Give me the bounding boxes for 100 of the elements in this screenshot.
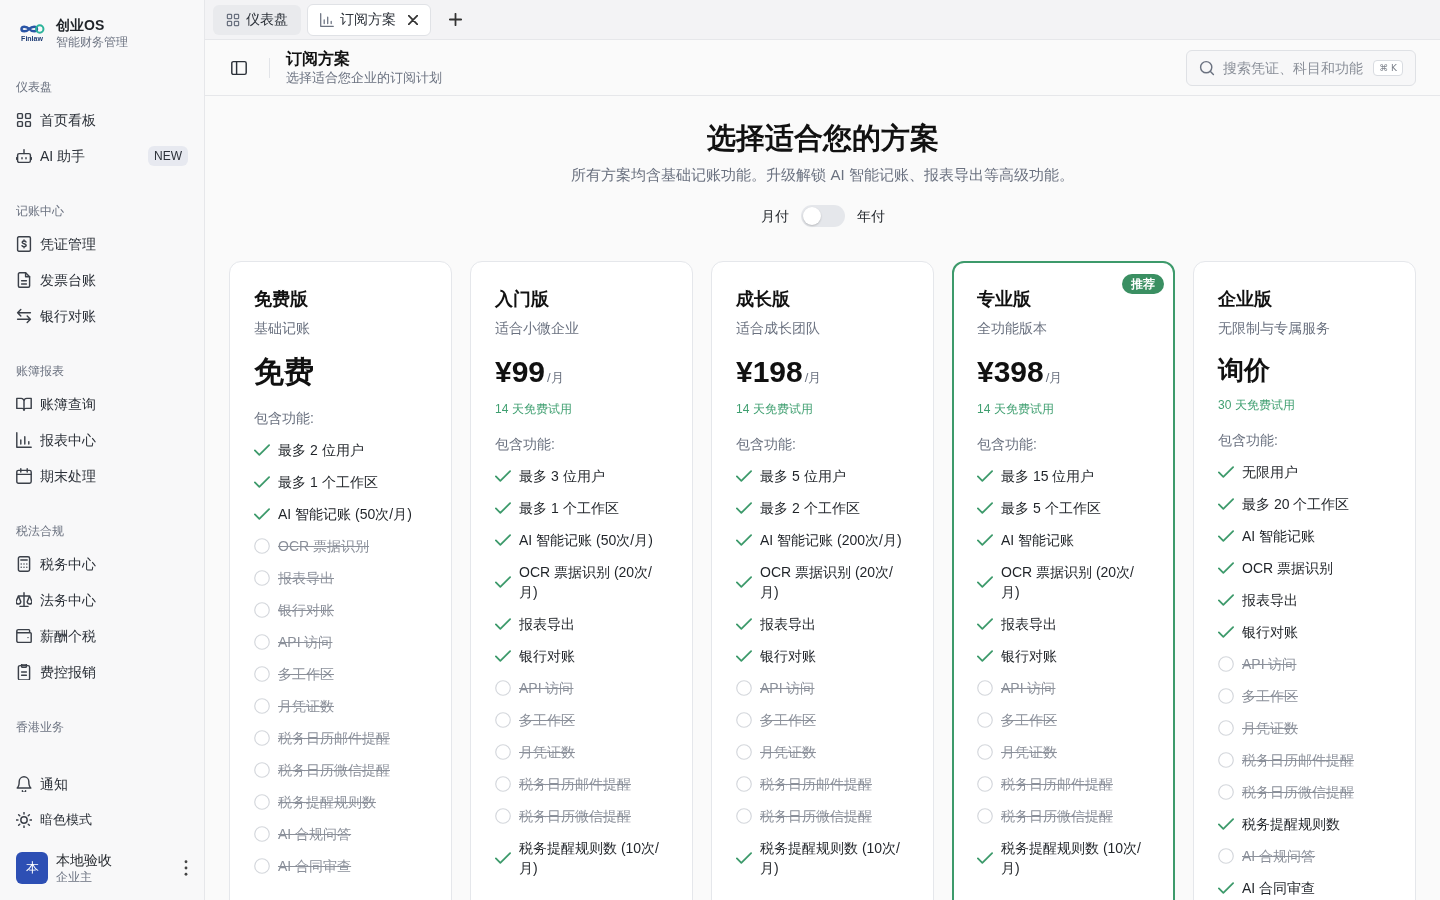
- feature-text: 税务提醒规则数: [1242, 815, 1340, 834]
- nav-item[interactable]: AI 助手 NEW: [8, 138, 196, 174]
- feature-text: AI 合同审查: [1242, 879, 1316, 898]
- feature-text: 最多 2 个工作区: [760, 499, 860, 518]
- feature-text: 税务提醒规则数 (10次/月): [519, 839, 660, 878]
- billing-switch[interactable]: [800, 205, 845, 227]
- feature-text: 税务提醒规则数 (10次/月): [1001, 839, 1142, 878]
- wallet-icon: [16, 628, 32, 644]
- feature-text: 多工作区: [1242, 687, 1298, 706]
- clipboard-icon: [16, 664, 32, 680]
- user-name: 本地验收: [56, 851, 112, 869]
- feature-text: 最多 1 个工作区: [278, 473, 378, 492]
- feature-text: 税务日历邮件提醒: [278, 729, 390, 748]
- feature-text: OCR 票据识别 (20次/月): [1001, 563, 1135, 602]
- feature-text: 银行对账: [1242, 623, 1298, 642]
- nav-item[interactable]: 期末处理: [8, 458, 196, 494]
- price-period: /月: [1045, 369, 1063, 387]
- plan-price: 免费: [254, 354, 314, 390]
- feature-text: AI 智能记账: [1242, 527, 1316, 546]
- feature-text: 税务日历邮件提醒: [1001, 775, 1113, 794]
- more-vertical-icon[interactable]: [184, 860, 188, 876]
- plus-icon: [448, 13, 462, 26]
- feature-text: 报表导出: [760, 615, 816, 634]
- plan-name: 企业版: [1218, 288, 1273, 311]
- open-book-icon: [16, 396, 32, 412]
- feature-text: 税务提醒规则数: [278, 793, 376, 812]
- feature-text: 税务日历微信提醒: [760, 807, 872, 826]
- plan-description: 适合小微企业: [495, 319, 580, 338]
- plan-price: 询价: [1218, 354, 1270, 387]
- section-heading: 记账中心: [15, 203, 65, 220]
- feature-text: 银行对账: [760, 647, 816, 666]
- feature-text: AI 智能记账 (50次/月): [278, 505, 412, 524]
- tab[interactable]: 仪表盘: [213, 4, 301, 35]
- feature-text: 最多 5 个工作区: [1001, 499, 1101, 518]
- bar-chart-icon: [16, 432, 32, 448]
- file-icon: [16, 272, 32, 288]
- feature-text: 银行对账: [519, 647, 575, 666]
- features-heading: 包含功能:: [1218, 431, 1279, 450]
- feature-text: 报表导出: [278, 569, 334, 588]
- sun-icon: [16, 812, 32, 828]
- feature-text: 月凭证数: [1242, 719, 1298, 738]
- page-subtitle: 选择适合您企业的订阅计划: [286, 69, 442, 86]
- close-icon[interactable]: [408, 14, 418, 25]
- plan-name: 入门版: [495, 288, 550, 311]
- feature-text: AI 智能记账 (200次/月): [760, 531, 902, 550]
- nav-item[interactable]: 费控报销: [8, 654, 196, 690]
- plan-name: 成长版: [736, 288, 791, 311]
- plan-name: 专业版: [977, 288, 1032, 311]
- feature-text: 税务日历微信提醒: [278, 761, 390, 780]
- price-period: /月: [804, 369, 822, 387]
- feature-text: 月凭证数: [519, 743, 575, 762]
- trial-note: 30 天免费试用: [1218, 397, 1296, 414]
- feature-text: 最多 20 个工作区: [1242, 495, 1350, 514]
- swap-arrows-icon: [16, 308, 32, 324]
- feature-text: 最多 2 位用户: [278, 441, 364, 460]
- feature-text: 报表导出: [1001, 615, 1057, 634]
- nav-item[interactable]: 账簿查询: [8, 386, 196, 422]
- tab[interactable]: 订阅方案: [307, 3, 431, 36]
- feature-text: 最多 5 位用户: [760, 467, 846, 486]
- feature-text: 多工作区: [519, 711, 575, 730]
- nav-item[interactable]: 凭证管理: [8, 226, 196, 262]
- feature-text: AI 智能记账 (50次/月): [519, 531, 653, 550]
- feature-text: 最多 1 个工作区: [519, 499, 619, 518]
- nav-item[interactable]: 首页看板: [8, 102, 196, 138]
- feature-text: 银行对账: [278, 601, 334, 620]
- section-heading: 税法合规: [15, 523, 65, 540]
- feature-text: 最多 3 位用户: [519, 467, 605, 486]
- billing-label: 月付: [760, 207, 789, 226]
- app-name: 创业OS: [56, 15, 106, 34]
- grid-icon: [226, 12, 240, 27]
- grid-icon: [16, 112, 32, 128]
- calculator-icon: [16, 556, 32, 572]
- feature-text: 银行对账: [1001, 647, 1057, 666]
- sidebar-action[interactable]: 通知: [8, 766, 196, 802]
- plan-price: ¥398: [977, 354, 1044, 390]
- section-heading: 香港业务: [15, 719, 65, 736]
- bar-chart-icon: [320, 12, 334, 27]
- infinity-logo-icon: [19, 23, 45, 34]
- nav-item[interactable]: 银行对账: [8, 298, 196, 334]
- new-badge: NEW: [148, 146, 188, 166]
- plan-description: 适合成长团队: [736, 319, 821, 338]
- sidebar-action[interactable]: 暗色模式: [8, 802, 196, 838]
- page-heading: 选择适合您的方案: [705, 121, 940, 156]
- feature-text: 最多 15 位用户: [1001, 467, 1095, 486]
- user-avatar: 本: [16, 852, 48, 884]
- section-heading: 账簿报表: [15, 363, 65, 380]
- feature-text: AI 合规问答: [1242, 847, 1316, 866]
- feature-text: API 访问: [760, 679, 815, 698]
- nav-item[interactable]: 法务中心: [8, 582, 196, 618]
- feature-text: 税务日历微信提醒: [1242, 783, 1354, 802]
- plan-description: 全功能版本: [977, 319, 1048, 338]
- nav-item[interactable]: 发票台账: [8, 262, 196, 298]
- nav-item[interactable]: 报表中心: [8, 422, 196, 458]
- page-title: 订阅方案: [286, 49, 351, 69]
- nav-item[interactable]: 薪酬个税: [8, 618, 196, 654]
- nav-item[interactable]: 税务中心: [8, 546, 196, 582]
- robot-icon: [16, 148, 32, 164]
- feature-text: API 访问: [519, 679, 574, 698]
- feature-text: AI 智能记账: [1001, 531, 1075, 550]
- recommended-badge: 推荐: [1122, 274, 1164, 294]
